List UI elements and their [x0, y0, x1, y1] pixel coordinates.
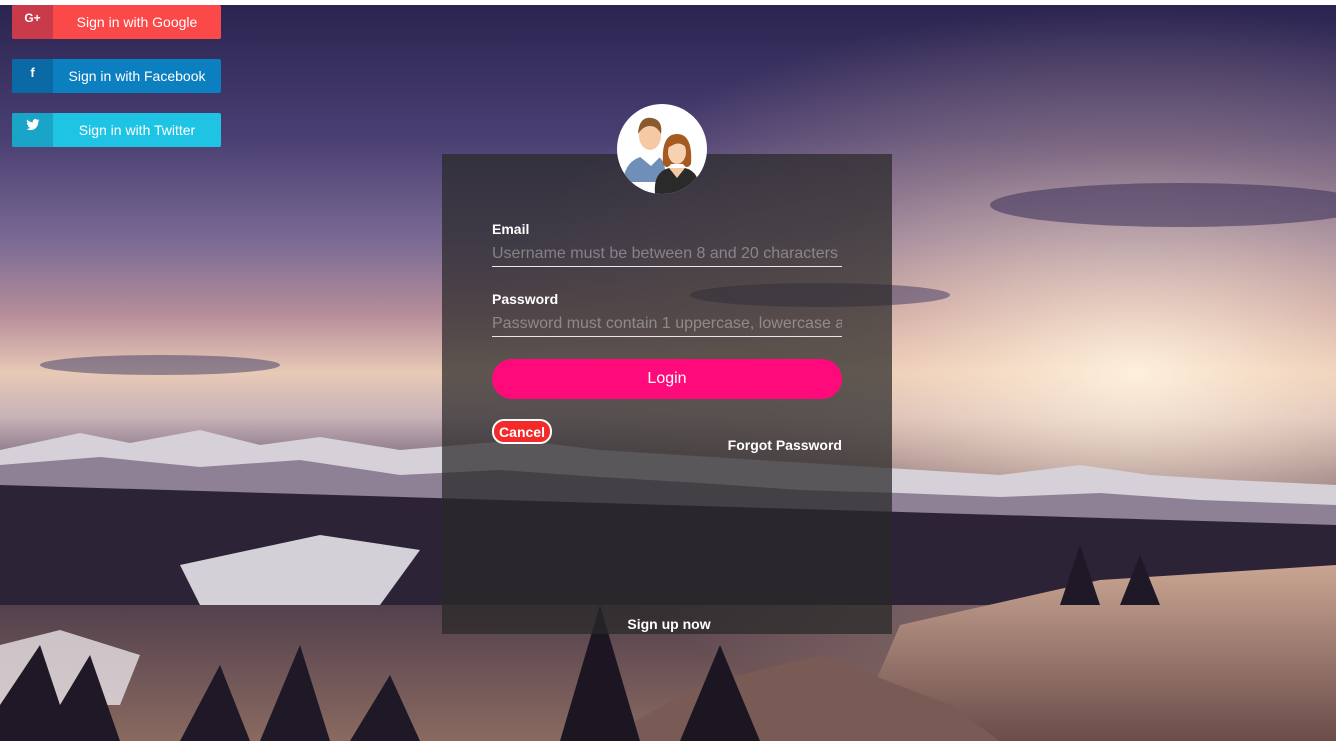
email-input[interactable] — [492, 241, 842, 267]
password-input[interactable] — [492, 311, 842, 337]
twitter-signin-label: Sign in with Twitter — [78, 122, 196, 138]
google-signin-label: Sign in with Google — [76, 14, 198, 30]
google-plus-icon: G+ — [12, 5, 53, 39]
twitter-signin-button[interactable]: Sign in with Twitter — [12, 113, 221, 147]
facebook-icon: f — [12, 59, 53, 93]
password-label: Password — [492, 291, 559, 307]
email-label: Email — [492, 221, 530, 237]
twitter-bird-glyph — [25, 119, 39, 131]
google-signin-button[interactable]: G+ Sign in with Google — [12, 5, 221, 39]
forgot-password-link[interactable]: Forgot Password — [700, 437, 842, 453]
cancel-button[interactable]: Cancel — [492, 419, 552, 444]
signup-link[interactable]: Sign up now — [600, 616, 738, 632]
facebook-signin-button[interactable]: f Sign in with Facebook — [12, 59, 221, 93]
facebook-signin-label: Sign in with Facebook — [68, 68, 206, 84]
login-button[interactable]: Login — [492, 359, 842, 399]
users-avatar-icon — [617, 104, 707, 194]
users-avatar-illustration — [623, 117, 700, 194]
login-page: G+ Sign in with Google f Sign in with Fa… — [0, 0, 1339, 741]
twitter-icon — [12, 113, 53, 147]
